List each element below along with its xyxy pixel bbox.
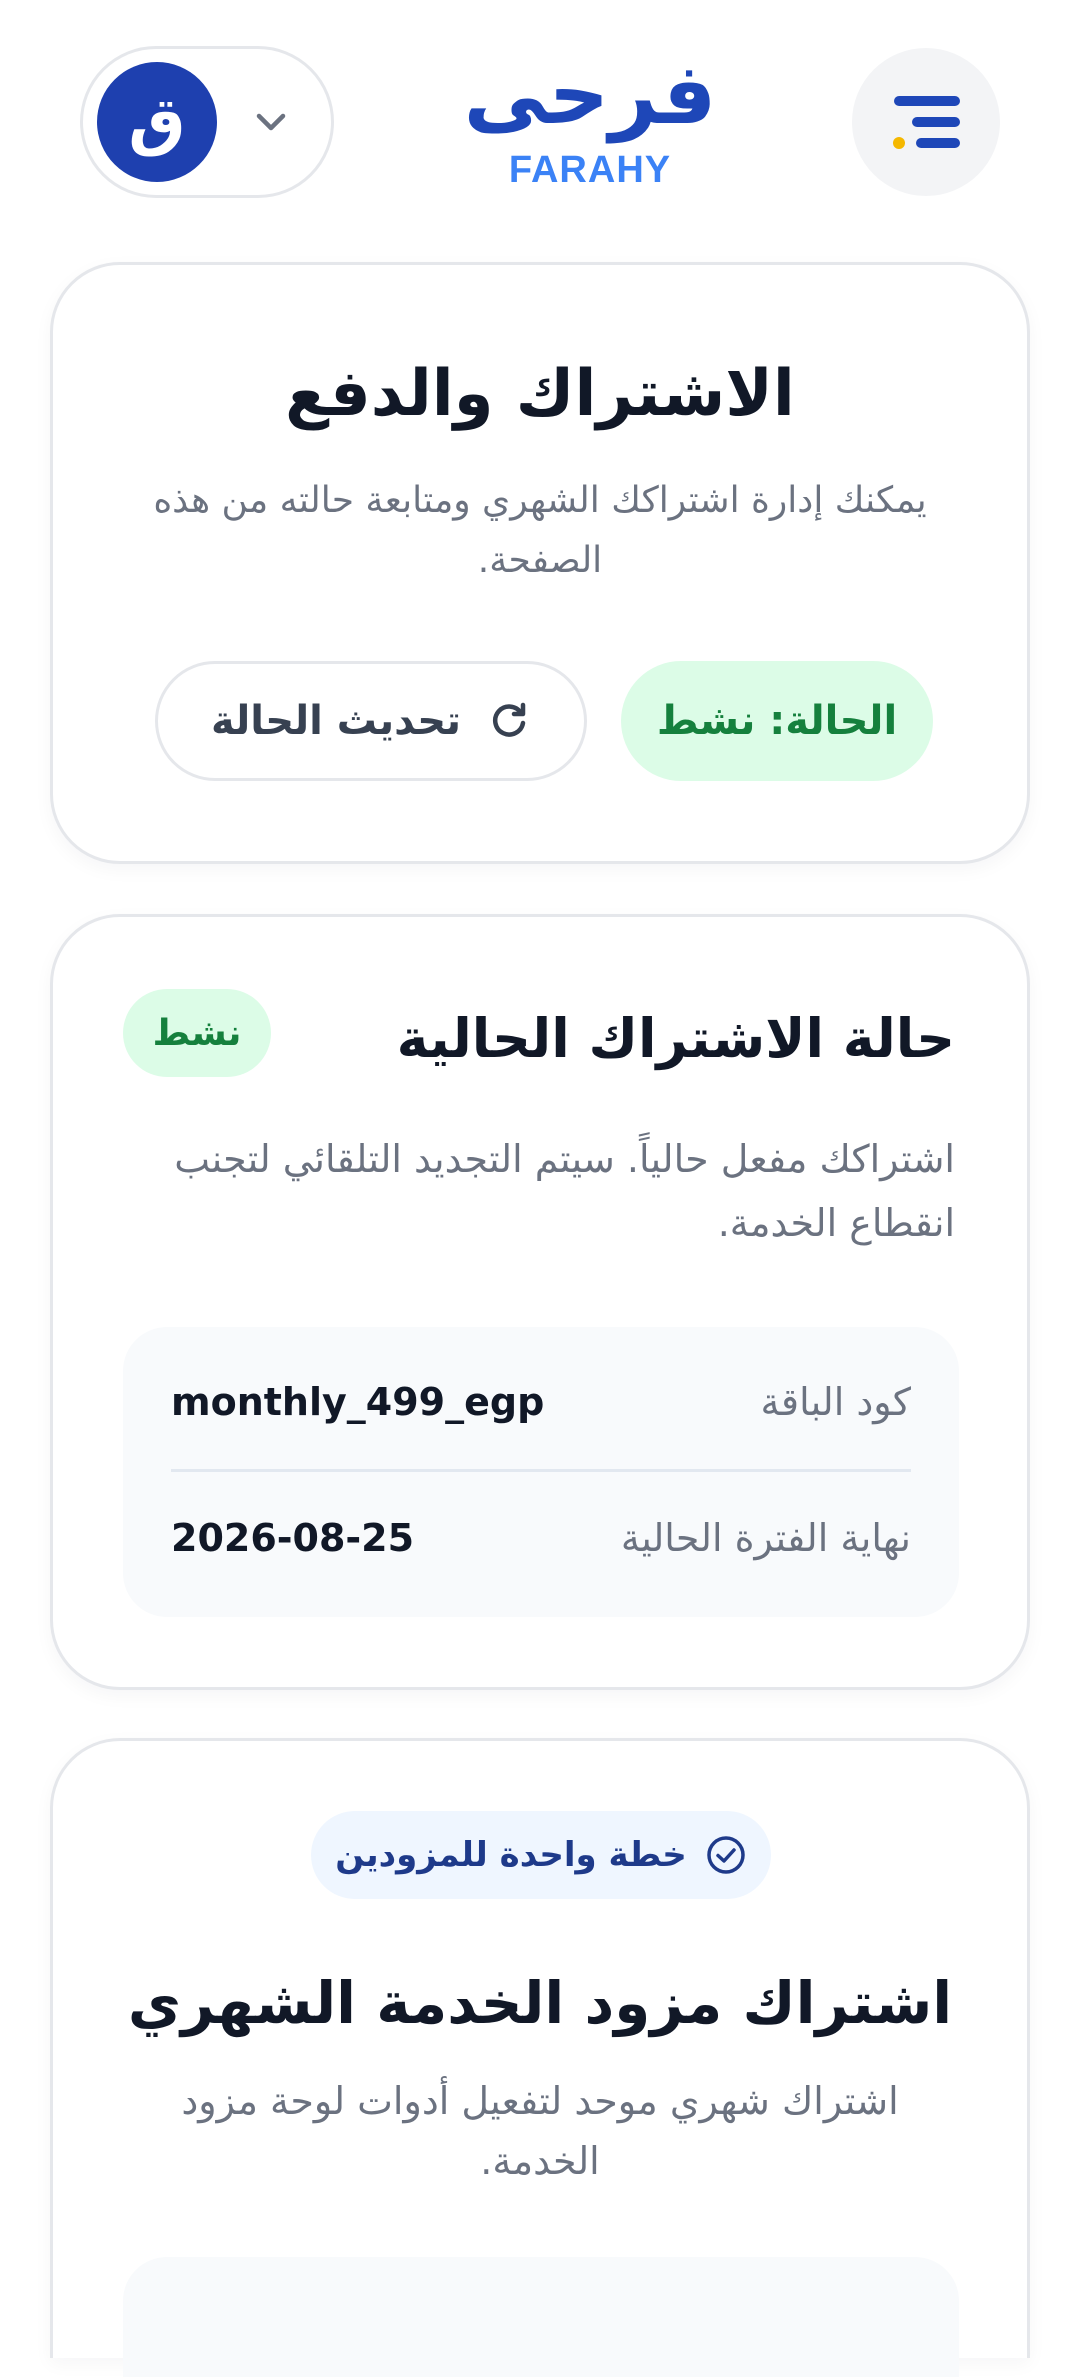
plan-chip: خطة واحدة للمزودين (311, 1811, 771, 1899)
refresh-status-label: تحديث الحالة (210, 698, 462, 744)
status-badge-label: الحالة: نشط (656, 698, 898, 744)
active-badge: نشط (123, 989, 271, 1077)
plan-details-panel (123, 2257, 959, 2377)
user-menu-button[interactable]: ق (80, 46, 334, 198)
provider-plan-subtitle: اشتراك شهري موحد لتفعيل أدوات لوحة مزود … (181, 2079, 899, 2183)
subscription-payment-card: الاشتراك والدفع يمكنك إدارة اشتراكك الشه… (50, 262, 1030, 864)
current-subscription-title: حالة الاشتراك الحالية (396, 1007, 955, 1070)
period-end-label: نهاية الفترة الحالية (620, 1516, 911, 1560)
provider-plan-card: خطة واحدة للمزودين اشتراك مزود الخدمة ال… (50, 1738, 1030, 2377)
page-title: الاشتراك والدفع (285, 357, 795, 431)
plan-code-label: كود الباقة (760, 1380, 911, 1424)
logo-arabic: فرحى (463, 45, 717, 143)
status-badge: الحالة: نشط (621, 661, 933, 781)
check-circle-icon (706, 1836, 745, 1874)
provider-plan-title: اشتراك مزود الخدمة الشهري (127, 1969, 953, 2037)
current-subscription-card: حالة الاشتراك الحالية نشط اشتراكك مفعل ح… (50, 914, 1030, 1690)
refresh-icon (493, 702, 526, 737)
detail-row-period-end: نهاية الفترة الحالية 2026-08-25 (171, 1471, 911, 1605)
chevron-down-icon (256, 113, 286, 131)
refresh-status-button[interactable]: تحديث الحالة (155, 661, 587, 781)
menu-button[interactable] (852, 48, 1000, 196)
brand-logo[interactable]: فرحى FARAHY (440, 40, 740, 200)
menu-icon (893, 96, 960, 149)
detail-row-plan-code: كود الباقة monthly_499_egp (171, 1335, 911, 1469)
avatar: ق (97, 62, 217, 182)
current-subscription-description: اشتراكك مفعل حالياً. سيتم التجديد التلقا… (174, 1137, 955, 1245)
logo-english: FARAHY (508, 149, 672, 191)
period-end-value: 2026-08-25 (171, 1516, 415, 1560)
plan-code-value: monthly_499_egp (171, 1380, 545, 1424)
page-subtitle: يمكنك إدارة اشتراكك الشهري ومتابعة حالته… (153, 480, 927, 581)
subscription-details: كود الباقة monthly_499_egp نهاية الفترة … (123, 1327, 959, 1617)
plan-chip-label: خطة واحدة للمزودين (335, 1835, 687, 1875)
active-badge-label: نشط (152, 1012, 242, 1054)
app-header: فرحى FARAHY ق (0, 0, 1080, 240)
